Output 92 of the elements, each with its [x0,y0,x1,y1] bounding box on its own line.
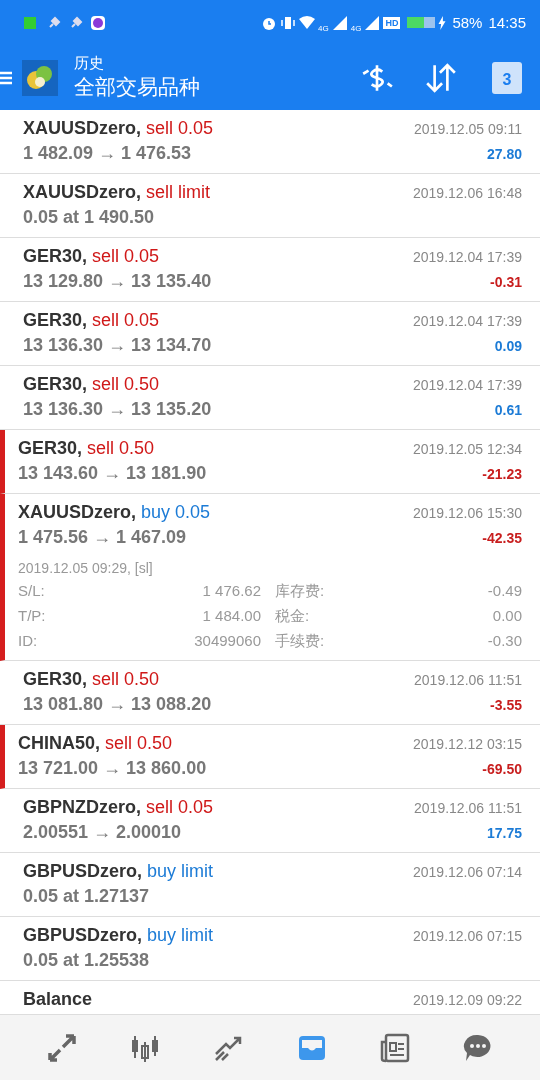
trade-title: GER30, sell 0.05 [23,246,160,267]
trade-row[interactable]: CHINA50, sell 0.50 2019.12.12 03:15 13 721.00 → 13 860.00 -69.50 [0,725,540,789]
trade-profit: -42.35 [482,530,522,546]
trade-row[interactable]: GER30, sell 0.50 2019.12.04 17:39 13 136.30 → 13 135.20 0.61 [0,366,540,430]
trade-prices: 1 475.56 → 1 467.09 [18,527,187,548]
sort-icon[interactable] [424,60,458,95]
detail-label: S/L: [18,582,46,601]
trade-date: 2019.12.04 17:39 [413,313,522,329]
trade-title: Balance [23,989,93,1010]
signal-icon [331,14,348,31]
trade-profit: -3.55 [490,697,522,713]
trade-profit: -69.50 [482,761,522,777]
trade-date: 2019.12.06 07:15 [413,928,522,944]
detail-value: 0.00 [492,607,522,626]
screen-title: 历史 [74,54,105,73]
trade-prices: 0.05 at 1.27137 [23,886,150,907]
trade-row[interactable]: GER30, sell 0.05 2019.12.04 17:39 13 129.80 → 13 135.40 -0.31 [0,238,540,302]
trade-prices: 2.00551 → 2.00010 [23,822,182,843]
detail-value: -0.30 [487,632,522,651]
battery-percent: 58% [452,14,483,31]
arrows-icon[interactable] [45,1031,78,1064]
trade-row[interactable]: XAUUSDzero, buy 0.05 2019.12.06 15:30 1 475.56 → 1 467.09 -42.35 2019.12.05 09:29, [sl] S/L: 1 476.62 库存费: -0.49 T/P: 1 484.00 税金: 0.00 ID: 30499060 手续费: -0.30 [0,494,540,661]
trade-title: GBPNZDzero, sell 0.05 [23,797,214,818]
detail-label: 手续费: [274,632,326,651]
trade-date: 2019.12.12 03:15 [413,736,522,752]
trade-title: GER30, sell 0.50 [23,374,160,395]
newspaper-icon[interactable] [378,1031,411,1064]
trade-profit: 0.09 [494,338,522,354]
trade-title: GBPUSDzero, buy limit [23,925,214,946]
wifi-icon [299,14,316,31]
app-logo-icon [22,59,58,96]
trade-prices: 0.05 at 1.25538 [23,950,150,971]
trade-prices: 13 136.30 → 13 134.70 [23,335,212,356]
detail-label: 库存费: [274,582,326,601]
network-label: 4G [350,24,362,33]
trade-row[interactable]: GBPUSDzero, buy limit 2019.12.06 07:15 0.05 at 1.25538 [0,917,540,981]
trade-title: XAUUSDzero, sell limit [23,182,211,203]
menu-icon[interactable] [0,69,12,86]
detail-label: 税金: [274,607,311,626]
network-label: 4G [318,24,329,33]
detail-value: 1 484.00 [201,607,261,626]
symbol-filter[interactable]: 全部交易品种 [74,73,330,101]
trade-profit: 17.75 [486,825,522,841]
detail-label: ID: [18,632,39,651]
trade-prices: 13 143.60 → 13 181.90 [18,463,207,484]
trade-row[interactable]: GBPUSDzero, buy limit 2019.12.06 07:14 0.05 at 1.27137 [0,853,540,917]
trade-title: GER30, sell 0.50 [18,438,155,459]
trade-date: 2019.12.06 11:51 [414,800,522,816]
open-time: 2019.12.05 09:29, [sl] [18,560,154,576]
trade-row[interactable]: XAUUSDzero, sell limit 2019.12.06 16:48 0.05 at 1 490.50 [0,174,540,238]
trade-title: GBPUSDzero, buy limit [23,861,214,882]
trade-date: 2019.12.06 07:14 [413,864,522,880]
app-icon [90,14,106,31]
trade-row[interactable]: GER30, sell 0.05 2019.12.04 17:39 13 136.30 → 13 134.70 0.09 [0,302,540,366]
trade-date: 2019.12.06 16:48 [413,185,522,201]
trade-prices: 0.05 at 1 490.50 [23,207,155,228]
trade-date: 2019.12.04 17:39 [413,377,522,393]
trade-row[interactable]: GER30, sell 0.50 2019.12.06 11:51 13 081.80 → 13 088.20 -3.55 [0,661,540,725]
detail-value: -0.49 [487,582,522,601]
trade-profit: -21.23 [482,466,522,482]
detail-value: 30499060 [193,632,261,651]
trade-title: XAUUSDzero, sell 0.05 [23,118,214,139]
vibrate-icon [280,14,297,31]
trade-title: GER30, sell 0.50 [23,669,160,690]
trade-title: CHINA50, sell 0.50 [18,733,173,754]
trade-date: 2019.12.05 12:34 [413,441,522,457]
trade-profit: -0.31 [490,274,522,290]
charging-icon [438,15,447,30]
trade-date: 2019.12.05 09:11 [414,121,522,137]
trade-prices: 13 081.80 → 13 088.20 [23,694,212,715]
trade-prices: 1 482.09 → 1 476.53 [23,143,192,164]
hd-label: HD [383,16,401,29]
battery-icon [407,17,436,28]
trade-prices: 13 129.80 → 13 135.40 [23,271,212,292]
detail-value: 1 476.62 [201,582,261,601]
trade-date: 2019.12.06 11:51 [414,672,522,688]
trade-row[interactable]: GER30, sell 0.50 2019.12.05 12:34 13 143.60 → 13 181.90 -21.23 [0,430,540,494]
clock: 14:35 [488,14,526,31]
trade-date: 2019.12.04 17:39 [413,249,522,265]
trade-date: 2019.12.06 15:30 [413,505,522,521]
detail-label: T/P: [18,607,47,626]
trade-prices: 13 136.30 → 13 135.20 [23,399,212,420]
trade-date: 2019.12.09 09:22 [413,992,522,1008]
trade-row[interactable]: GBPNZDzero, sell 0.05 2019.12.06 11:51 2.00551 → 2.00010 17.75 [0,789,540,853]
trade-row[interactable]: XAUUSDzero, sell 0.05 2019.12.05 09:11 1 482.09 → 1 476.53 27.80 [0,110,540,174]
trade-title: GER30, sell 0.05 [23,310,160,331]
signal-icon [364,14,381,31]
notification-icon [24,16,36,29]
trade-prices: 13 721.00 → 13 860.00 [18,758,207,779]
trade-profit: 27.80 [486,146,522,162]
trade-title: XAUUSDzero, buy 0.05 [18,502,211,523]
trade-profit: 0.61 [494,402,522,418]
